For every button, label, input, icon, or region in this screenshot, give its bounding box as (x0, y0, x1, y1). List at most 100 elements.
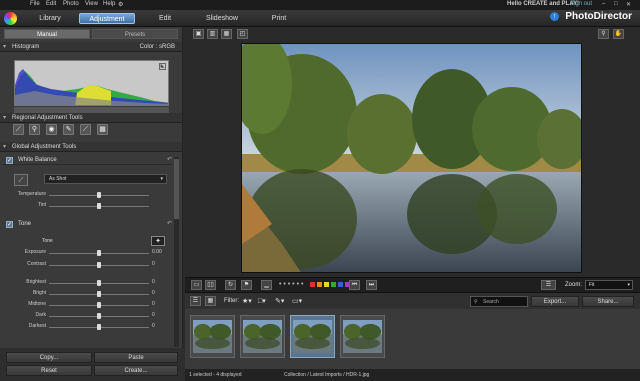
search-input[interactable]: ⚲ Search (470, 296, 528, 307)
auto-tone-icon[interactable]: ✦ (151, 236, 165, 246)
tab-library[interactable]: Library (28, 13, 72, 24)
menu-help[interactable]: Help (103, 1, 115, 7)
slider-knob[interactable] (97, 192, 101, 198)
brush-tool-icon[interactable]: ⟋ (80, 124, 91, 135)
filter-flag-icon[interactable]: □▾ (258, 297, 266, 305)
maximize-button[interactable]: □ (614, 1, 618, 7)
thumbnail[interactable] (340, 315, 385, 358)
tab-adjustment[interactable]: Adjustment (79, 13, 135, 24)
color-label-swatch[interactable] (317, 282, 322, 287)
gradient-mask-icon[interactable]: ▦ (97, 124, 108, 135)
reset-button[interactable]: Reset (6, 365, 92, 376)
rating-dots[interactable]: • • • • • • (279, 281, 303, 288)
paste-button[interactable]: Paste (94, 352, 178, 363)
zoom-select[interactable]: Fit ▾ (585, 280, 633, 290)
pan-hand-icon[interactable]: ✋ (613, 29, 624, 39)
flag-icon[interactable]: ⚑ (241, 280, 252, 290)
white-balance-checkbox[interactable]: ✓ (6, 157, 13, 164)
color-label-swatch[interactable] (310, 282, 315, 287)
slider-knob[interactable] (97, 280, 101, 286)
zoom-icon[interactable]: ⚲ (598, 29, 609, 39)
menu-edit[interactable]: Edit (46, 1, 56, 7)
close-button[interactable]: ✕ (626, 1, 631, 8)
copy-button[interactable]: Copy... (6, 352, 92, 363)
eye-tool-icon[interactable]: ◉ (46, 124, 57, 135)
color-label-swatch[interactable] (324, 282, 329, 287)
module-tabs: Library Adjustment Edit Slideshow Print (0, 10, 640, 27)
main-photo[interactable] (241, 43, 582, 273)
regional-header[interactable]: ▾ Regional Adjustment Tools (0, 113, 182, 123)
single-view-icon[interactable]: ▭ (191, 280, 202, 290)
tone-header[interactable]: ✓ Tone ↶ (2, 219, 172, 229)
slider-knob[interactable] (97, 250, 101, 256)
chevron-down-icon: ▾ (160, 176, 163, 182)
white-balance-header[interactable]: ✓ White Balance ↶ (2, 155, 172, 165)
thumbnail[interactable] (290, 315, 335, 358)
slider-knob[interactable] (97, 313, 101, 319)
tab-slideshow[interactable]: Slideshow (200, 13, 244, 24)
grid-view-icon[interactable]: ▦ (221, 29, 232, 39)
thumbnail[interactable] (190, 315, 235, 358)
slider-bright[interactable]: Bright 0 (0, 290, 182, 298)
tab-print[interactable]: Print (265, 13, 293, 24)
crop-view-icon[interactable]: ◰ (237, 29, 248, 39)
thumbnail[interactable] (240, 315, 285, 358)
slider-midtone[interactable]: Midtone 0 (0, 301, 182, 309)
subtab-manual[interactable]: Manual (4, 29, 90, 39)
reset-icon[interactable]: ↶ (167, 156, 172, 163)
global-header[interactable]: ▾ Global Adjustment Tools (0, 142, 182, 152)
slider-knob[interactable] (97, 262, 101, 268)
red-eye-tool-icon[interactable]: ⚲ (29, 124, 40, 135)
share-button[interactable]: Share... (582, 296, 634, 307)
menu-photo[interactable]: Photo (63, 1, 79, 7)
crop-tool-icon[interactable]: ⟋ (13, 124, 24, 135)
slider-tint[interactable]: Tint (0, 202, 182, 210)
slider-darkest[interactable]: Darkest 0 (0, 323, 182, 331)
previous-photo-icon[interactable]: ⏮ (349, 280, 360, 290)
histogram-clip-icon[interactable]: ◣ (159, 63, 166, 70)
slider-dark[interactable]: Dark 0 (0, 312, 182, 320)
tone-checkbox[interactable]: ✓ (6, 221, 13, 228)
subtab-presets[interactable]: Presets (92, 29, 178, 39)
slider-knob[interactable] (97, 324, 101, 330)
next-photo-icon[interactable]: ⏭ (366, 280, 377, 290)
slider-contrast[interactable]: Contrast 0 (0, 261, 182, 269)
signout-link[interactable]: Sign out (570, 1, 592, 7)
settings-icon[interactable]: ⚙ (118, 1, 123, 8)
before-after-icon[interactable]: ▯▯ (205, 280, 216, 290)
rotate-icon[interactable]: ↻ (225, 280, 236, 290)
reset-icon[interactable]: ↶ (167, 220, 172, 227)
tab-edit[interactable]: Edit (150, 13, 180, 24)
slider-exposure[interactable]: Exposure 0.00 (0, 249, 182, 257)
eyedropper-icon[interactable]: ⟋ (14, 174, 28, 186)
slider-value: 0 (152, 290, 155, 296)
color-label-swatch[interactable] (331, 282, 336, 287)
list-view-icon[interactable]: ☰ (190, 296, 201, 306)
menu-file[interactable]: File (30, 1, 40, 7)
white-balance-select[interactable]: As Shot ▾ (44, 174, 167, 184)
thumbnail-view-icon[interactable]: ▦ (205, 296, 216, 306)
panel-scrollbar[interactable] (174, 157, 179, 347)
compare-view-icon[interactable]: ▣ (193, 29, 204, 39)
spot-removal-icon[interactable]: ✎ (63, 124, 74, 135)
filter-edit-icon[interactable]: ✎▾ (275, 297, 284, 305)
menu-view[interactable]: View (85, 1, 98, 7)
split-view-icon[interactable]: ▥ (207, 29, 218, 39)
create-button[interactable]: Create... (94, 365, 178, 376)
export-button[interactable]: Export... (531, 296, 579, 307)
histogram-toggle-icon[interactable]: ▁ (261, 280, 272, 290)
slider-knob[interactable] (97, 302, 101, 308)
view-options-icon[interactable]: ☰ (541, 280, 556, 290)
slider-temperature[interactable]: Temperature (0, 191, 182, 199)
slider-knob[interactable] (97, 291, 101, 297)
scrollbar-thumb[interactable] (174, 159, 179, 219)
slider-value: 0 (152, 323, 155, 329)
filter-color-icon[interactable]: ▭▾ (292, 297, 302, 305)
color-label-swatch[interactable] (338, 282, 343, 287)
slider-knob[interactable] (97, 203, 101, 209)
slider-brightest[interactable]: Brightest 0 (0, 279, 182, 287)
status-bar: 1 selected - 4 displayed Collection / La… (185, 369, 640, 381)
filter-rating-icon[interactable]: ★▾ (242, 297, 252, 305)
histogram-header[interactable]: ▾ Histogram Color : sRGB (0, 42, 182, 52)
minimize-button[interactable]: – (602, 1, 605, 7)
